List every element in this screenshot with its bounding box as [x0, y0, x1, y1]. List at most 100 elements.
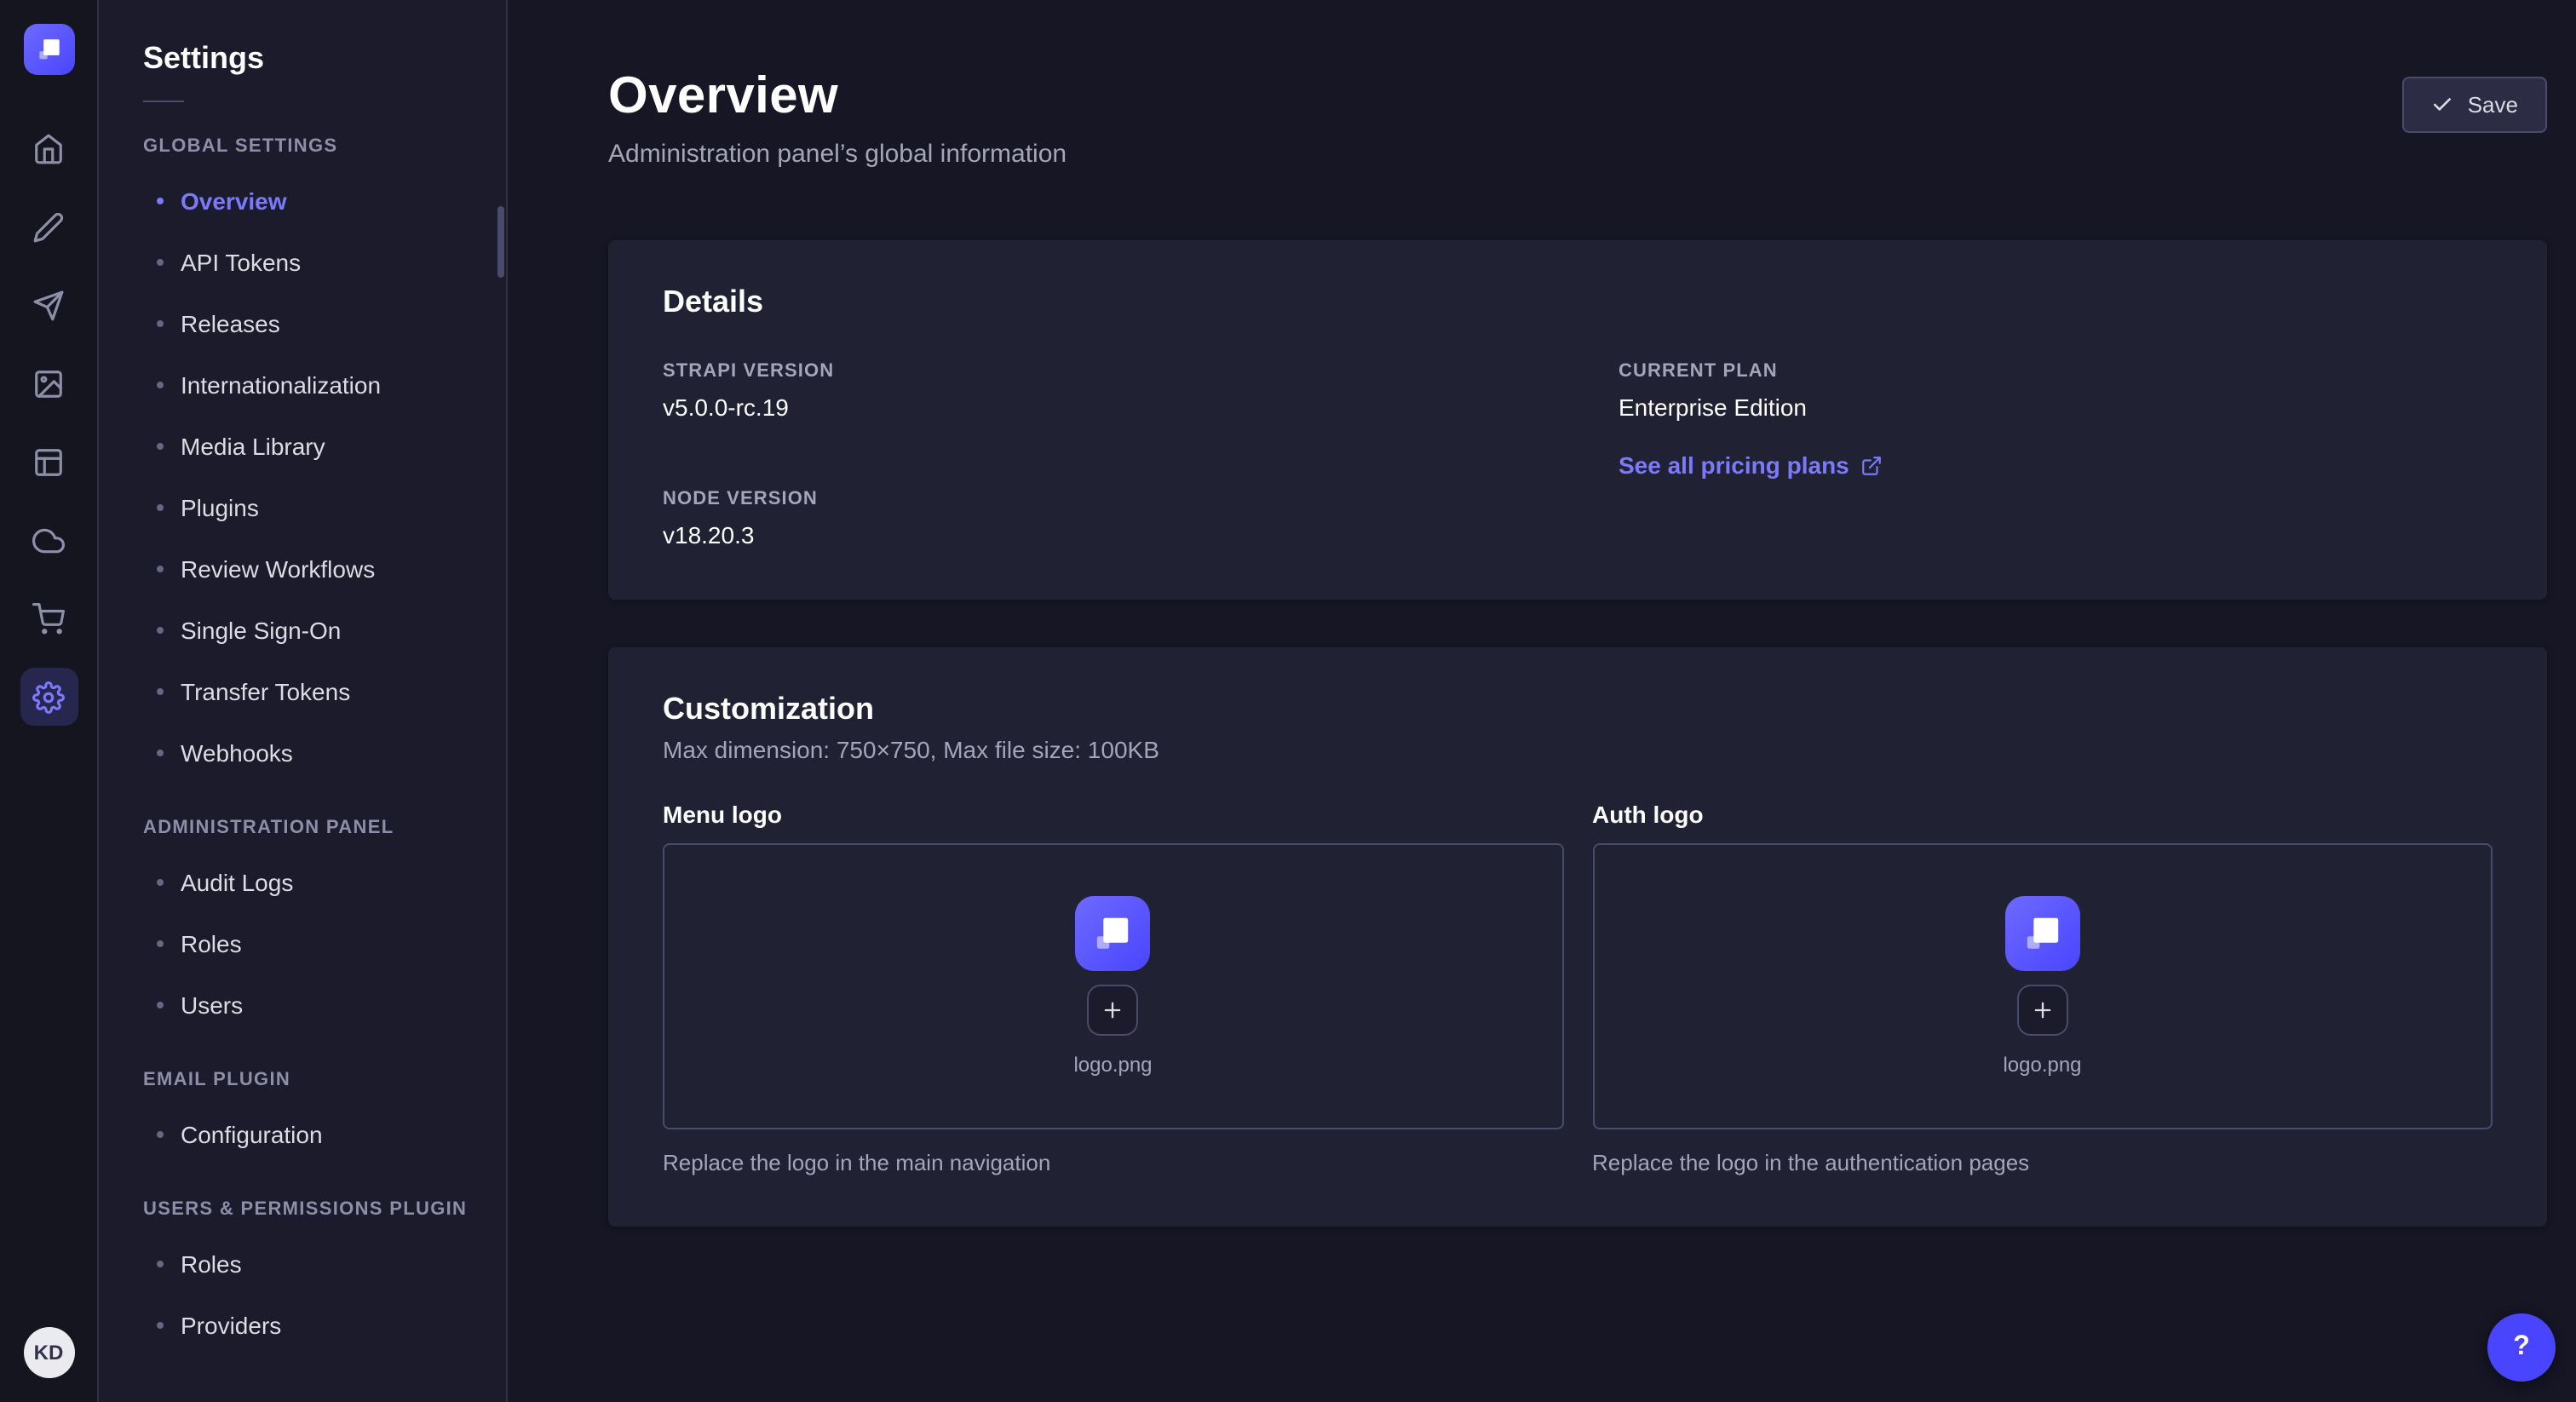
rail-item-content-type-builder[interactable]: [20, 198, 78, 256]
rail-item-marketplace[interactable]: [20, 589, 78, 647]
auth-logo-filename: logo.png: [2003, 1053, 2081, 1077]
rail-item-settings[interactable]: [20, 668, 78, 726]
auth-logo-upload: Auth logo logo.png Replac: [1592, 801, 2493, 1175]
sidebar-item-email-configuration[interactable]: Configuration: [99, 1104, 482, 1165]
sidebar-item-label: Media Library: [181, 431, 325, 462]
sidebar-item-media-library[interactable]: Media Library: [99, 416, 482, 477]
menu-logo-hint: Replace the logo in the main navigation: [663, 1150, 1563, 1175]
sidebar-item-label: Webhooks: [181, 738, 293, 768]
settings-sidebar: Settings GLOBAL SETTINGS Overview API To…: [99, 0, 508, 1402]
sidebar-item-label: Single Sign-On: [181, 615, 341, 646]
sidebar-item-review-workflows[interactable]: Review Workflows: [99, 538, 482, 600]
bullet-icon: [157, 879, 164, 886]
node-version-value: v18.20.3: [663, 521, 1537, 549]
customization-card-subtitle: Max dimension: 750×750, Max file size: 1…: [663, 736, 2493, 763]
sidebar-item-internationalization[interactable]: Internationalization: [99, 354, 482, 416]
strapi-logo-icon: [2019, 910, 2067, 957]
bullet-icon: [157, 750, 164, 756]
page-title: Overview: [608, 68, 1067, 126]
current-plan-value: Enterprise Edition: [1619, 394, 2493, 421]
node-version-label: NODE VERSION: [663, 489, 1537, 509]
main-nav-rail: KD: [0, 0, 99, 1402]
strapi-logo-icon: [1090, 910, 1137, 957]
nav-section-header: EMAIL PLUGIN: [143, 1070, 482, 1090]
save-button-label: Save: [2468, 92, 2518, 118]
nav-section-header: GLOBAL SETTINGS: [143, 136, 482, 157]
rail-buttons: [20, 119, 78, 726]
bullet-icon: [157, 566, 164, 572]
layout-icon: [32, 445, 65, 478]
nav-section-administration-panel: ADMINISTRATION PANEL Audit Logs Roles Us…: [99, 818, 482, 1036]
sidebar-item-single-sign-on[interactable]: Single Sign-On: [99, 600, 482, 661]
sidebar-item-label: Releases: [181, 308, 280, 339]
auth-logo-dropzone[interactable]: logo.png: [1592, 843, 2493, 1129]
strapi-version-field: STRAPI VERSION v5.0.0-rc.19: [663, 361, 1537, 421]
paper-plane-icon: [32, 289, 65, 321]
external-link-icon: [1861, 454, 1883, 476]
sidebar-item-label: Providers: [181, 1310, 281, 1341]
bullet-icon: [157, 1261, 164, 1267]
sidebar-item-webhooks[interactable]: Webhooks: [99, 722, 482, 784]
settings-sidebar-title: Settings: [99, 41, 482, 77]
rail-item-media-library[interactable]: [20, 354, 78, 412]
sidebar-item-admin-users[interactable]: Users: [99, 974, 482, 1036]
bullet-icon: [157, 688, 164, 695]
rail-item-cloud[interactable]: [20, 511, 78, 569]
sidebar-item-releases[interactable]: Releases: [99, 293, 482, 354]
rail-item-content-manager[interactable]: [20, 433, 78, 491]
bullet-icon: [157, 1002, 164, 1008]
sidebar-item-overview[interactable]: Overview: [99, 170, 482, 232]
save-button[interactable]: Save: [2403, 77, 2547, 133]
menu-logo-dropzone[interactable]: logo.png: [663, 843, 1563, 1129]
sidebar-item-plugins[interactable]: Plugins: [99, 477, 482, 538]
user-avatar[interactable]: KD: [23, 1327, 74, 1378]
sidebar-item-up-roles[interactable]: Roles: [99, 1233, 482, 1295]
strapi-logo[interactable]: [23, 24, 74, 75]
sidebar-item-api-tokens[interactable]: API Tokens: [99, 232, 482, 293]
rail-item-releases[interactable]: [20, 276, 78, 334]
sidebar-item-label: Internationalization: [181, 370, 381, 400]
sidebar-scrollbar[interactable]: [497, 206, 504, 278]
divider: [143, 101, 184, 102]
home-icon: [32, 132, 65, 164]
pricing-plans-link[interactable]: See all pricing plans: [1619, 451, 1883, 479]
current-plan-label: CURRENT PLAN: [1619, 361, 2493, 382]
sidebar-item-label: API Tokens: [181, 247, 301, 278]
check-icon: [2432, 94, 2454, 116]
auth-logo-preview: [2005, 896, 2080, 971]
menu-logo-add-button[interactable]: [1088, 985, 1139, 1036]
page-header: Overview Administration panel’s global i…: [608, 0, 2547, 169]
bullet-icon: [157, 382, 164, 388]
sidebar-item-label: Roles: [181, 1249, 242, 1279]
nav-section-header: USERS & PERMISSIONS PLUGIN: [143, 1199, 482, 1220]
cloud-icon: [32, 524, 65, 556]
bullet-icon: [157, 504, 164, 511]
sidebar-item-label: Roles: [181, 928, 242, 959]
image-icon: [32, 367, 65, 399]
nav-section-header: ADMINISTRATION PANEL: [143, 818, 482, 838]
auth-logo-hint: Replace the logo in the authentication p…: [1592, 1150, 2493, 1175]
menu-logo-preview: [1076, 896, 1151, 971]
sidebar-item-transfer-tokens[interactable]: Transfer Tokens: [99, 661, 482, 722]
customization-card: Customization Max dimension: 750×750, Ma…: [608, 647, 2547, 1227]
customization-card-title: Customization: [663, 692, 2493, 727]
details-card-title: Details: [663, 284, 2493, 320]
sidebar-item-label: Overview: [181, 186, 287, 216]
sidebar-item-admin-roles[interactable]: Roles: [99, 913, 482, 974]
node-version-field: NODE VERSION v18.20.3: [663, 489, 1537, 549]
sidebar-item-label: Audit Logs: [181, 867, 293, 898]
help-button[interactable]: ?: [2487, 1313, 2556, 1382]
rail-item-home[interactable]: [20, 119, 78, 177]
menu-logo-filename: logo.png: [1073, 1053, 1152, 1077]
current-plan-field: CURRENT PLAN Enterprise Edition See all …: [1619, 361, 2493, 482]
details-right-column: CURRENT PLAN Enterprise Edition See all …: [1619, 361, 2493, 549]
bullet-icon: [157, 198, 164, 204]
sidebar-item-up-providers[interactable]: Providers: [99, 1295, 482, 1356]
sidebar-item-audit-logs[interactable]: Audit Logs: [99, 852, 482, 913]
details-card: Details STRAPI VERSION v5.0.0-rc.19 NODE…: [608, 240, 2547, 600]
auth-logo-add-button[interactable]: [2017, 985, 2068, 1036]
details-grid: STRAPI VERSION v5.0.0-rc.19 NODE VERSION…: [663, 361, 2493, 549]
bullet-icon: [157, 443, 164, 450]
strapi-logo-icon: [33, 34, 64, 65]
page-subtitle: Administration panel’s global informatio…: [608, 140, 1067, 169]
